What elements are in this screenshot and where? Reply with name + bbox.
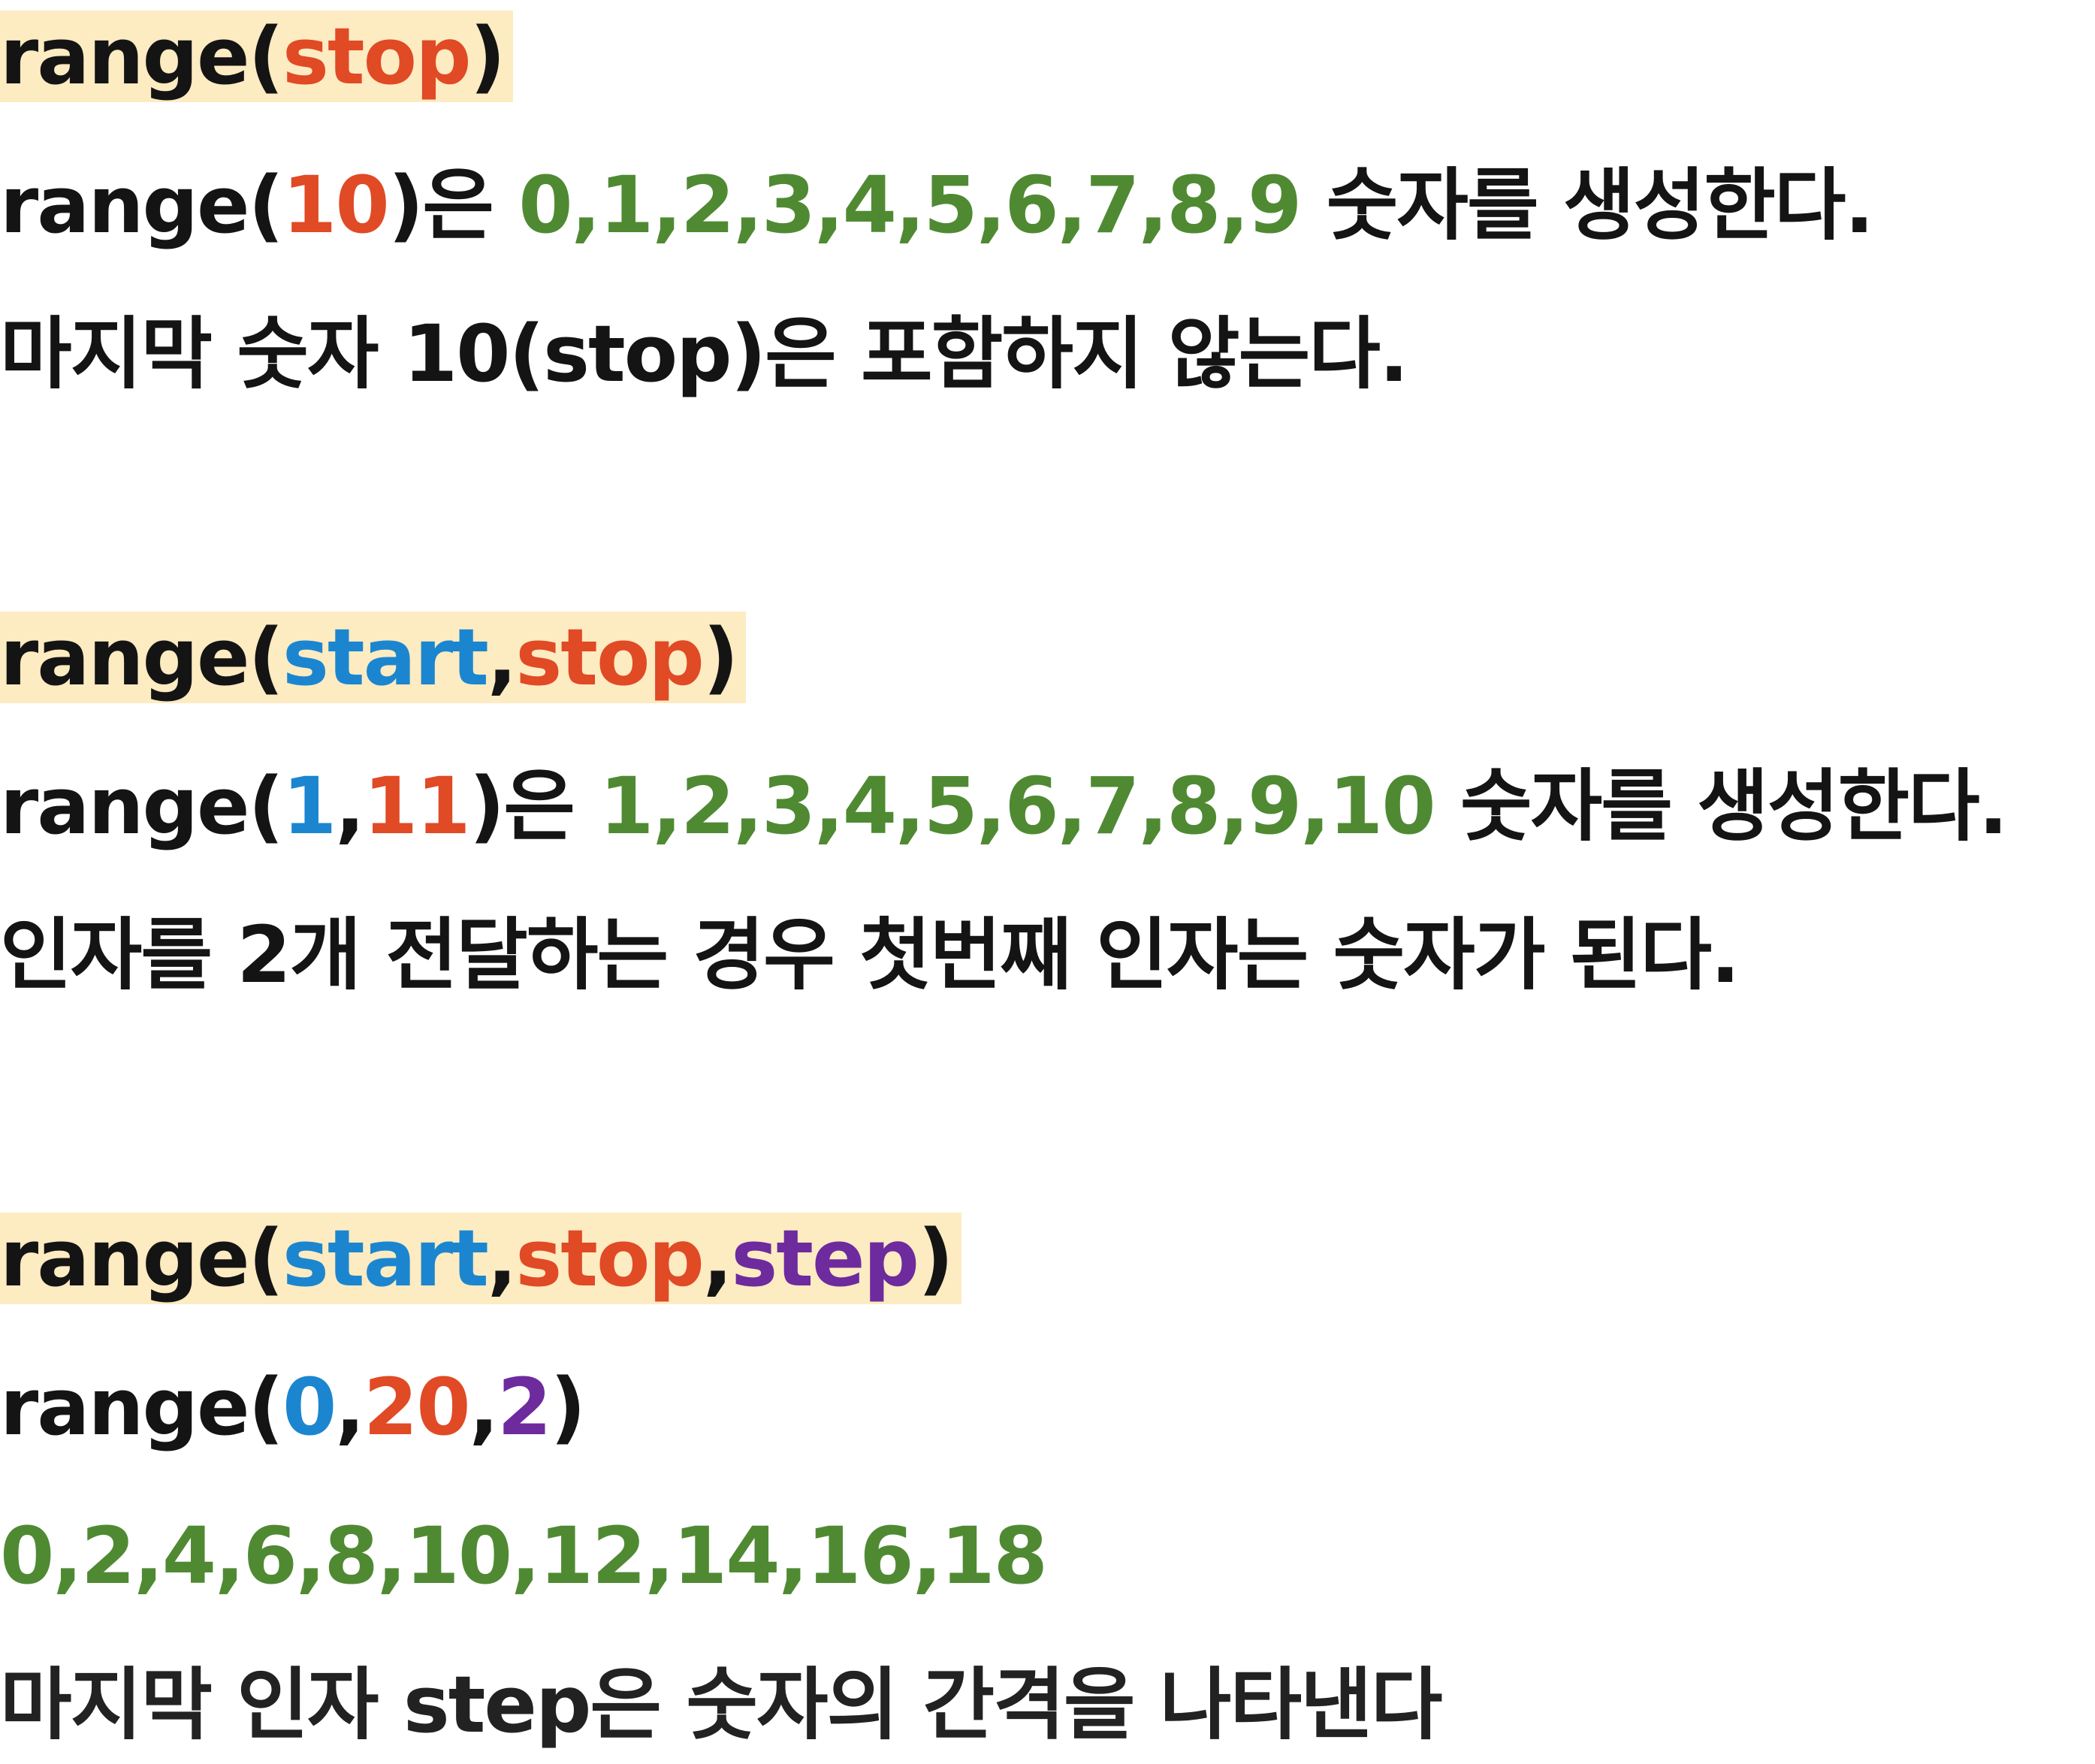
func-name: range(: [0, 11, 284, 102]
start-param: start: [282, 1213, 489, 1304]
start-value: 0: [282, 1361, 337, 1453]
range-stop-note: 마지막 숫자 10(stop)은 포함하지 않는다.: [0, 298, 1408, 410]
result-sequence: 0,1,2,3,4,5,6,7,8,9: [518, 159, 1302, 251]
range-start-stop-signature: range(start,stop): [0, 601, 747, 714]
stop-param: stop: [282, 11, 472, 102]
range-start-stop-step-signature: range(start,stop,step): [0, 1202, 961, 1315]
note-text: 인자를 2개 전달하는 경우 첫번째 인자는 숫자가 된다.: [0, 909, 1740, 1001]
func-prefix: range(: [0, 760, 284, 852]
note-text: 마지막 인자 step은 숫자의 간격을 나타낸다: [0, 1659, 1443, 1750]
func-name: range(: [0, 612, 284, 703]
step-param: step: [731, 1213, 919, 1304]
comma: ,: [335, 760, 364, 852]
comma: ,: [702, 1213, 732, 1304]
signature-highlight: range(start,stop,step): [0, 1213, 961, 1304]
result-sequence: 0,2,4,6,8,10,12,14,16,18: [0, 1510, 1048, 1602]
start-param: start: [282, 612, 489, 703]
step-value: 2: [497, 1361, 551, 1453]
close-paren: ): [918, 1213, 954, 1304]
signature-highlight: range(stop): [0, 11, 514, 102]
comma: ,: [469, 1361, 499, 1453]
comma: ,: [487, 1213, 517, 1304]
range-start-stop-note: 인자를 2개 전달하는 경우 첫번째 인자는 숫자가 된다.: [0, 899, 1740, 1011]
range-start-stop-step-note: 마지막 인자 step은 숫자의 간격을 나타낸다: [0, 1648, 1443, 1761]
note-text: 마지막 숫자 10(stop)은 포함하지 않는다.: [0, 308, 1408, 400]
func-prefix: range(: [0, 1361, 284, 1453]
func-suffix: )은: [469, 760, 600, 852]
example-tail: 숫자를 생성한다.: [1434, 760, 2008, 852]
func-prefix: range(: [0, 159, 284, 251]
signature-highlight: range(start,stop): [0, 612, 747, 703]
func-suffix: )은: [388, 159, 519, 251]
range-start-stop-step-result: 0,2,4,6,8,10,12,14,16,18: [0, 1500, 1048, 1612]
range-stop-example: range(10)은 0,1,2,3,4,5,6,7,8,9 숫자를 생성한다.: [0, 149, 1874, 261]
close-paren: ): [702, 612, 739, 703]
comma: ,: [335, 1361, 364, 1453]
stop-value: 10: [282, 159, 390, 251]
stop-value: 20: [363, 1361, 471, 1453]
range-start-stop-step-example: range(0,20,2): [0, 1351, 587, 1463]
range-stop-signature: range(stop): [0, 0, 514, 113]
comma: ,: [487, 612, 517, 703]
func-name: range(: [0, 1213, 284, 1304]
stop-param: stop: [515, 1213, 705, 1304]
stop-param: stop: [515, 612, 705, 703]
close-paren: ): [469, 11, 506, 102]
stop-value: 11: [363, 760, 471, 852]
start-value: 1: [282, 760, 337, 852]
result-sequence: 1,2,3,4,5,6,7,8,9,10: [599, 760, 1436, 852]
close-paren: ): [550, 1361, 587, 1453]
example-tail: 숫자를 생성한다.: [1300, 159, 1874, 251]
range-start-stop-example: range(1,11)은 1,2,3,4,5,6,7,8,9,10 숫자를 생성…: [0, 750, 2008, 862]
